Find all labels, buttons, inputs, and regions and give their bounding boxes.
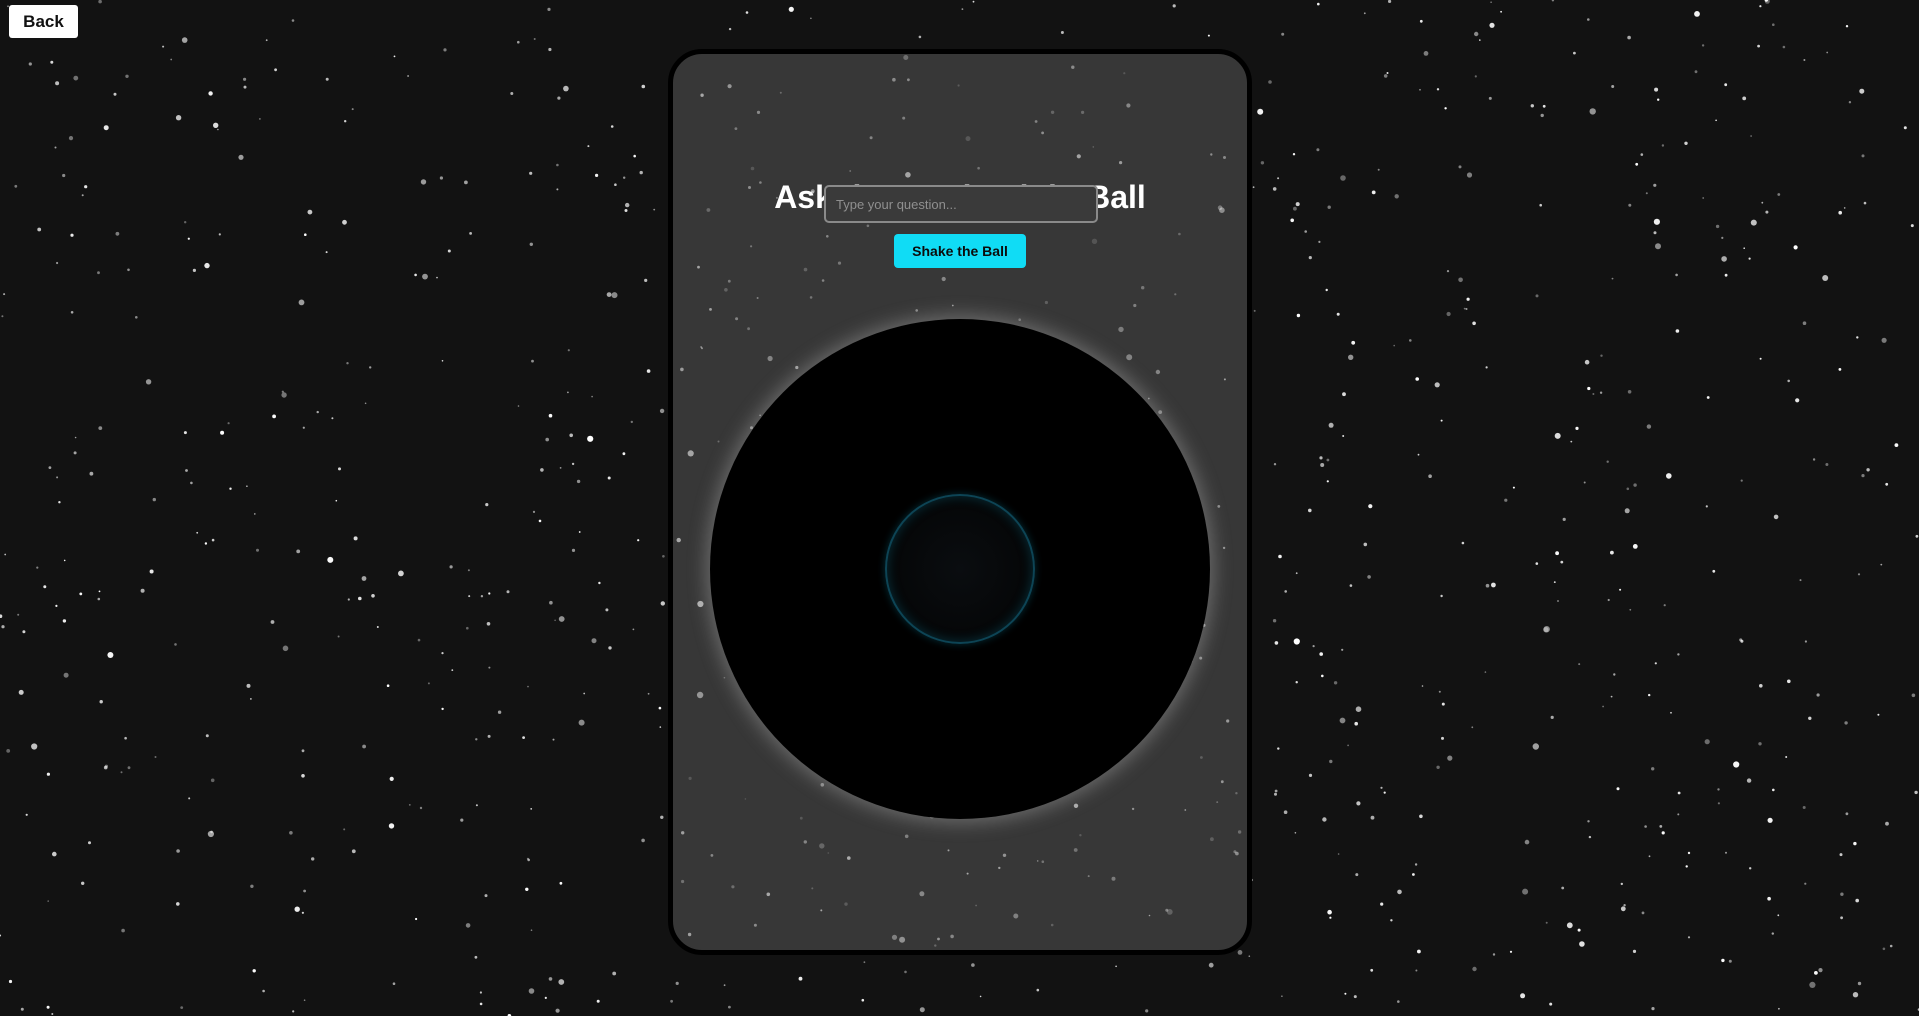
magic-eight-ball-card: Ask the Magic Eight Ball Shake the Ball [668, 49, 1252, 955]
shake-ball-button[interactable]: Shake the Ball [894, 234, 1026, 268]
answer-window [885, 494, 1035, 644]
back-button[interactable]: Back [9, 5, 78, 38]
magic-eight-ball[interactable] [710, 319, 1210, 819]
question-input[interactable] [824, 185, 1098, 223]
